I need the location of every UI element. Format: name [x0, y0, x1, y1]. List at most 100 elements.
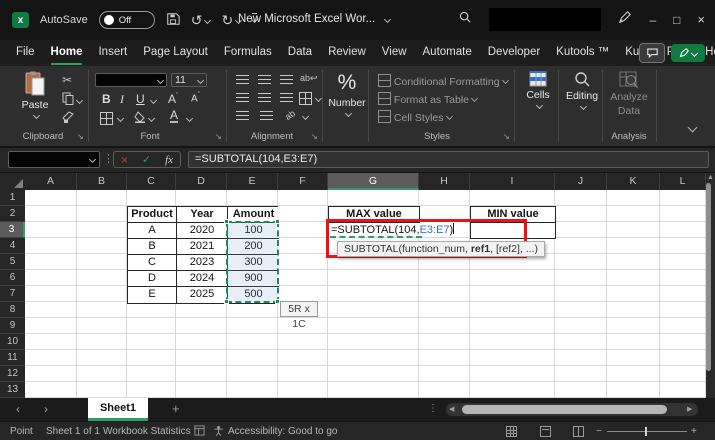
- cells-button[interactable]: Cells: [519, 71, 557, 108]
- cut-button[interactable]: ✂: [62, 74, 72, 86]
- selection-handle[interactable]: [224, 219, 229, 224]
- ribbon-tab-view[interactable]: View: [374, 40, 415, 66]
- autosave-toggle[interactable]: Off: [99, 11, 155, 29]
- ribbon-tab-data[interactable]: Data: [280, 40, 320, 66]
- align-center-icon[interactable]: [258, 93, 271, 102]
- name-box[interactable]: [8, 151, 100, 168]
- column-header-c[interactable]: C: [127, 173, 176, 190]
- clipboard-dialog-launcher[interactable]: ↘: [77, 133, 84, 141]
- table-cell[interactable]: 2021: [177, 239, 228, 255]
- row-header-13[interactable]: 13: [0, 382, 25, 398]
- maximize-button[interactable]: □: [673, 14, 680, 26]
- styles-dialog-launcher[interactable]: ↘: [503, 133, 510, 141]
- title-chevron-icon[interactable]: [384, 15, 391, 22]
- italic-button[interactable]: I: [120, 92, 124, 107]
- column-header-a[interactable]: A: [25, 173, 77, 190]
- editing-button[interactable]: Editing: [561, 71, 603, 109]
- sheet-tab-sheet1[interactable]: Sheet1: [88, 398, 148, 421]
- row-header-6[interactable]: 6: [0, 270, 25, 286]
- table-cell[interactable]: 2025: [177, 287, 228, 303]
- view-page-layout-button[interactable]: [540, 426, 551, 437]
- column-header-j[interactable]: J: [555, 173, 607, 190]
- conditional-formatting-button[interactable]: Conditional Formatting: [378, 74, 508, 88]
- column-header-i[interactable]: I: [470, 173, 555, 190]
- vertical-scrollbar[interactable]: ▲: [706, 173, 715, 398]
- ribbon-tab-page-layout[interactable]: Page Layout: [135, 40, 216, 66]
- underline-chevron-icon[interactable]: [150, 97, 157, 104]
- column-header-l[interactable]: L: [660, 173, 706, 190]
- orientation-chevron-icon[interactable]: [302, 113, 309, 120]
- horizontal-scrollbar-thumb[interactable]: [462, 405, 667, 414]
- save-icon[interactable]: [166, 12, 180, 29]
- vertical-scrollbar-thumb[interactable]: [706, 183, 711, 371]
- format-as-table-button[interactable]: Format as Table: [378, 92, 477, 106]
- align-right-icon[interactable]: [280, 93, 293, 102]
- ribbon-tab-kutools[interactable]: Kutools ™: [548, 40, 617, 66]
- cancel-button[interactable]: ×: [121, 153, 128, 167]
- table-header-cell[interactable]: Product: [128, 207, 177, 223]
- row-header-11[interactable]: 11: [0, 350, 25, 366]
- decrease-font-button[interactable]: Aˇ: [191, 92, 200, 104]
- table-cell[interactable]: 2024: [177, 271, 228, 287]
- borders-chevron-icon[interactable]: [117, 115, 124, 122]
- accessibility-status[interactable]: Accessibility: Good to go: [228, 426, 338, 437]
- add-sheet-button[interactable]: +: [172, 401, 180, 416]
- table-cell[interactable]: B: [128, 239, 177, 255]
- column-header-f[interactable]: F: [278, 173, 328, 190]
- alignment-dialog-launcher[interactable]: ↘: [311, 133, 318, 141]
- table-cell[interactable]: E: [128, 287, 177, 303]
- borders-icon[interactable]: [100, 112, 113, 125]
- prev-sheet-button[interactable]: ‹: [16, 402, 20, 416]
- increase-indent-icon[interactable]: [260, 111, 273, 120]
- zoom-slider[interactable]: [607, 431, 687, 432]
- scroll-up-icon[interactable]: ▲: [706, 173, 715, 183]
- view-page-break-button[interactable]: [573, 426, 584, 437]
- pen-mode-icon[interactable]: [618, 10, 632, 29]
- insert-function-button[interactable]: fx: [165, 154, 173, 166]
- display-settings-icon[interactable]: [194, 425, 205, 439]
- underline-button[interactable]: U: [136, 92, 145, 106]
- search-icon[interactable]: [458, 10, 472, 29]
- merge-center-icon[interactable]: [299, 92, 312, 105]
- wrap-text-icon[interactable]: ab↩: [300, 72, 318, 84]
- font-dialog-launcher[interactable]: ↘: [215, 133, 222, 141]
- column-header-h[interactable]: H: [419, 173, 470, 190]
- table-cell[interactable]: 2023: [177, 255, 228, 271]
- row-header-1[interactable]: 1: [0, 190, 25, 206]
- copy-button[interactable]: [62, 92, 82, 107]
- align-bottom-icon[interactable]: [280, 75, 293, 84]
- collapse-ribbon-icon[interactable]: [688, 123, 698, 133]
- row-header-12[interactable]: 12: [0, 366, 25, 382]
- formula-input[interactable]: =SUBTOTAL(104,E3:E7): [188, 151, 709, 168]
- align-middle-icon[interactable]: [258, 75, 271, 84]
- view-normal-button[interactable]: [506, 426, 517, 437]
- font-name-select[interactable]: [95, 73, 167, 87]
- workbook-statistics-button[interactable]: Workbook Statistics: [103, 426, 191, 437]
- fill-color-button[interactable]: [134, 111, 154, 125]
- ribbon-tab-file[interactable]: File: [8, 40, 43, 66]
- row-header-9[interactable]: 9: [0, 318, 25, 334]
- zoom-slider-knob[interactable]: [645, 427, 647, 436]
- ribbon-tab-home[interactable]: Home: [43, 40, 91, 66]
- increase-font-button[interactable]: Aˆ: [168, 92, 178, 106]
- enter-button[interactable]: ✓: [142, 153, 151, 166]
- selection-handle[interactable]: [224, 299, 229, 304]
- share-button[interactable]: [671, 44, 705, 62]
- ribbon-tab-review[interactable]: Review: [320, 40, 374, 66]
- comments-button[interactable]: [639, 43, 665, 63]
- undo-button[interactable]: ↺: [191, 13, 211, 28]
- analyze-data-button[interactable]: Analyze Data: [606, 71, 652, 117]
- column-header-e[interactable]: E: [227, 173, 278, 190]
- row-header-5[interactable]: 5: [0, 254, 25, 270]
- ribbon-tab-automate[interactable]: Automate: [415, 40, 480, 66]
- row-header-10[interactable]: 10: [0, 334, 25, 350]
- decrease-indent-icon[interactable]: [236, 111, 249, 120]
- row-header-2[interactable]: 2: [0, 206, 25, 222]
- number-format-button[interactable]: % Number: [328, 71, 366, 116]
- ribbon-tab-insert[interactable]: Insert: [90, 40, 135, 66]
- select-all-corner[interactable]: [0, 173, 25, 190]
- ribbon-tab-formulas[interactable]: Formulas: [216, 40, 280, 66]
- cell-styles-button[interactable]: Cell Styles: [378, 110, 452, 124]
- table-cell[interactable]: A: [128, 223, 177, 239]
- align-top-icon[interactable]: [236, 75, 249, 84]
